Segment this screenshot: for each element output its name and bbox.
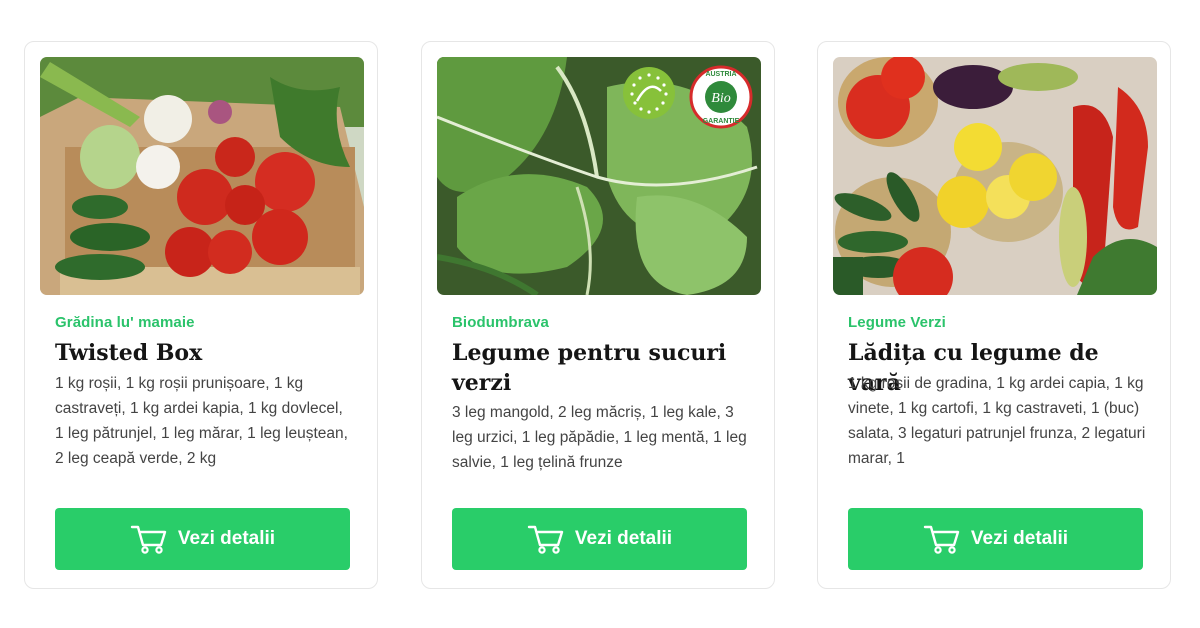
product-image[interactable] [40, 57, 364, 295]
product-card[interactable]: Bio AUSTRIA GARANTIE Biodumbrava Legume … [421, 41, 775, 589]
product-title[interactable]: Legume pentru sucuri verzi [452, 338, 746, 398]
austria-bio-garantie-badge: Bio AUSTRIA GARANTIE [689, 65, 753, 129]
bio-badge-bottom-text: GARANTIE [703, 118, 740, 125]
cart-icon [130, 525, 167, 554]
view-details-button[interactable]: Vezi detalii [452, 508, 747, 570]
cart-icon [527, 525, 564, 554]
product-title[interactable]: Twisted Box [55, 338, 349, 368]
seller-name[interactable]: Grădina lu' mamaie [55, 314, 195, 331]
vegetable-box-photo [40, 57, 364, 295]
seller-name[interactable]: Legume Verzi [848, 314, 946, 331]
product-description: 1 kg rosii de gradina, 1 kg ardei capia,… [848, 375, 1146, 467]
eu-organic-leaf-badge [623, 67, 675, 119]
view-details-label: Vezi detalii [177, 528, 276, 549]
view-details-label: Vezi detalii [970, 528, 1069, 549]
view-details-button[interactable]: Vezi detalii [848, 508, 1143, 570]
product-image[interactable]: Bio AUSTRIA GARANTIE [437, 57, 761, 295]
product-card[interactable]: Legume Verzi Lădița cu legume de vară 1 … [817, 41, 1171, 589]
view-details-label: Vezi detalii [574, 528, 673, 549]
product-description: 3 leg mangold, 2 leg măcriș, 1 leg kale,… [452, 404, 747, 471]
chard-leaves-photo: Bio AUSTRIA GARANTIE [437, 57, 761, 295]
product-image[interactable] [833, 57, 1157, 295]
seller-name[interactable]: Biodumbrava [452, 314, 549, 331]
product-description: 1 kg roșii, 1 kg roșii prunișoare, 1 kg … [55, 375, 348, 467]
view-details-button[interactable]: Vezi detalii [55, 508, 350, 570]
summer-vegetables-photo [833, 57, 1157, 295]
bio-badge-top-text: AUSTRIA [705, 71, 736, 78]
bio-badge-text: Bio [711, 91, 730, 106]
product-card[interactable]: Grădina lu' mamaie Twisted Box 1 kg roși… [24, 41, 378, 589]
cart-icon [923, 525, 960, 554]
